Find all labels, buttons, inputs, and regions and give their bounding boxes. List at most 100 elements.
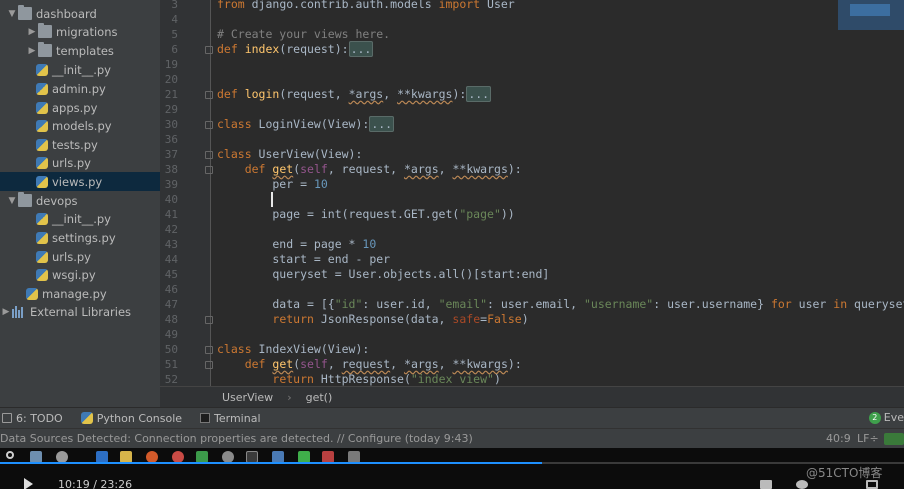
tree-file[interactable]: urls.py (0, 153, 160, 172)
tree-file[interactable]: views.py (0, 172, 160, 191)
tree-file[interactable]: __init__.py (0, 209, 160, 228)
line-number: 49 (164, 328, 178, 341)
tree-folder[interactable]: ▼ dashboard (0, 4, 160, 23)
tree-file[interactable]: manage.py (0, 284, 160, 303)
tree-file[interactable]: wsgi.py (0, 265, 160, 284)
status-message[interactable]: Data Sources Detected: Connection proper… (0, 432, 473, 445)
code-token: (request, (279, 87, 349, 101)
line-number: 38 (164, 163, 178, 176)
event-log-tab[interactable]: 2 Eve (868, 411, 904, 424)
python-console-tab[interactable]: Python Console (80, 411, 183, 425)
folded-code-button[interactable]: ... (348, 41, 374, 57)
line-number: 19 (164, 58, 178, 71)
tree-file[interactable]: admin.py (0, 79, 160, 98)
chevron-right-icon: › (287, 390, 292, 404)
code-line[interactable]: def get(self, request, *args, **kwargs): (217, 357, 522, 372)
code-line[interactable]: queryset = User.objects.all()[start:end] (217, 267, 549, 282)
code-token: def (217, 42, 245, 56)
watermark: @51CTO博客 (806, 466, 883, 480)
code-token: "email" (438, 297, 488, 311)
gutter-divider (210, 0, 211, 386)
tree-folder[interactable]: ▼ devops (0, 191, 160, 210)
tree-file[interactable]: __init__.py (0, 60, 160, 79)
code-line[interactable]: return JsonResponse(data, safe=False) (217, 312, 528, 327)
code-line[interactable]: class UserView(View): (217, 147, 362, 162)
code-token: start = end - per (217, 252, 391, 266)
code-line[interactable]: def login(request, *args, **kwargs):... (217, 86, 492, 102)
todo-tab[interactable]: 6: TODO (2, 412, 63, 425)
tree-item-label: models.py (52, 118, 112, 133)
code-line[interactable]: def index(request):... (217, 41, 374, 57)
code-line[interactable]: class LoginView(View):... (217, 116, 395, 132)
code-line[interactable]: page = int(request.GET.get("page")) (217, 207, 514, 222)
tree-folder[interactable]: ▶ migrations (0, 22, 160, 41)
code-line[interactable]: per = 10 (217, 177, 327, 192)
tree-file[interactable]: settings.py (0, 228, 160, 247)
fold-marker-icon[interactable] (205, 151, 213, 159)
chevron-right-icon[interactable]: ▶ (26, 27, 38, 37)
breadcrumb: UserView › get() (160, 386, 904, 407)
code-token: User (487, 0, 515, 11)
code-token: from (217, 0, 252, 11)
tree-file[interactable]: tests.py (0, 135, 160, 154)
terminal-tab[interactable]: Terminal (200, 412, 261, 425)
tree-file[interactable]: apps.py (0, 98, 160, 117)
chevron-right-icon[interactable]: ▶ (26, 46, 38, 56)
tree-folder[interactable]: ▶ templates (0, 41, 160, 60)
fold-marker-icon[interactable] (205, 121, 213, 129)
tree-file[interactable]: urls.py (0, 247, 160, 266)
settings-icon[interactable] (796, 480, 808, 489)
folded-code-button[interactable]: ... (466, 86, 492, 102)
breadcrumb-method[interactable]: get() (306, 391, 333, 404)
python-console-label: Python Console (96, 411, 183, 425)
code-token: django.contrib.auth.models (251, 0, 439, 11)
chevron-down-icon[interactable]: ▼ (6, 9, 18, 19)
code-line[interactable]: class IndexView(View): (217, 342, 369, 357)
fold-marker-icon[interactable] (205, 361, 213, 369)
code-token: , (390, 357, 405, 371)
code-token: queryset = User.objects.all()[start:end] (217, 267, 550, 281)
code-line[interactable]: return HttpResponse("index view") (217, 372, 501, 386)
caret-position[interactable]: 40:9 (826, 432, 851, 445)
folded-code-button[interactable]: ... (369, 116, 395, 132)
code-token: , request, (327, 162, 404, 176)
code-line[interactable]: start = end - per (217, 252, 390, 267)
code-line[interactable]: end = page * 10 (217, 237, 376, 252)
code-token: (request): (279, 42, 349, 56)
code-token: , (327, 357, 342, 371)
python-file-icon (36, 101, 48, 114)
code-token: queryset] (854, 297, 904, 311)
fold-marker-icon[interactable] (205, 91, 213, 99)
code-token: user (798, 297, 834, 311)
fold-marker-icon[interactable] (205, 346, 213, 354)
code-line[interactable]: data = [{"id": user.id, "email": user.em… (217, 297, 904, 312)
tree-external-libraries[interactable]: ▶ External Libraries (0, 302, 160, 321)
line-number: 41 (164, 208, 178, 221)
code-line[interactable]: from django.contrib.auth.models import U… (217, 0, 515, 12)
fold-marker-icon[interactable] (205, 46, 213, 54)
line-separator[interactable]: LF÷ (857, 432, 879, 445)
fold-marker-icon[interactable] (205, 316, 213, 324)
volume-icon[interactable] (760, 480, 772, 489)
inspection-icon[interactable] (884, 433, 904, 445)
code-line[interactable]: # Create your views here. (217, 27, 390, 42)
code-token: import (438, 0, 488, 11)
breadcrumb-class[interactable]: UserView (222, 391, 273, 404)
search-icon[interactable] (6, 451, 14, 459)
chevron-right-icon[interactable]: ▶ (0, 307, 12, 317)
python-file-icon (36, 156, 48, 169)
fullscreen-icon[interactable] (866, 480, 878, 489)
chevron-down-icon[interactable]: ▼ (6, 196, 18, 206)
code-token: HttpResponse( (320, 372, 411, 386)
library-bar (18, 310, 20, 318)
play-icon[interactable] (24, 478, 33, 489)
fold-marker-icon[interactable] (205, 166, 213, 174)
line-number: 3 (171, 0, 178, 11)
python-file-icon (36, 268, 48, 281)
tree-file[interactable]: models.py (0, 116, 160, 135)
code-token: # Create your views here. (217, 27, 391, 41)
code-line[interactable]: def get(self, request, *args, **kwargs): (217, 162, 522, 177)
code-editor[interactable]: from django.contrib.auth.models import U… (217, 0, 904, 386)
line-number: 6 (171, 43, 178, 56)
